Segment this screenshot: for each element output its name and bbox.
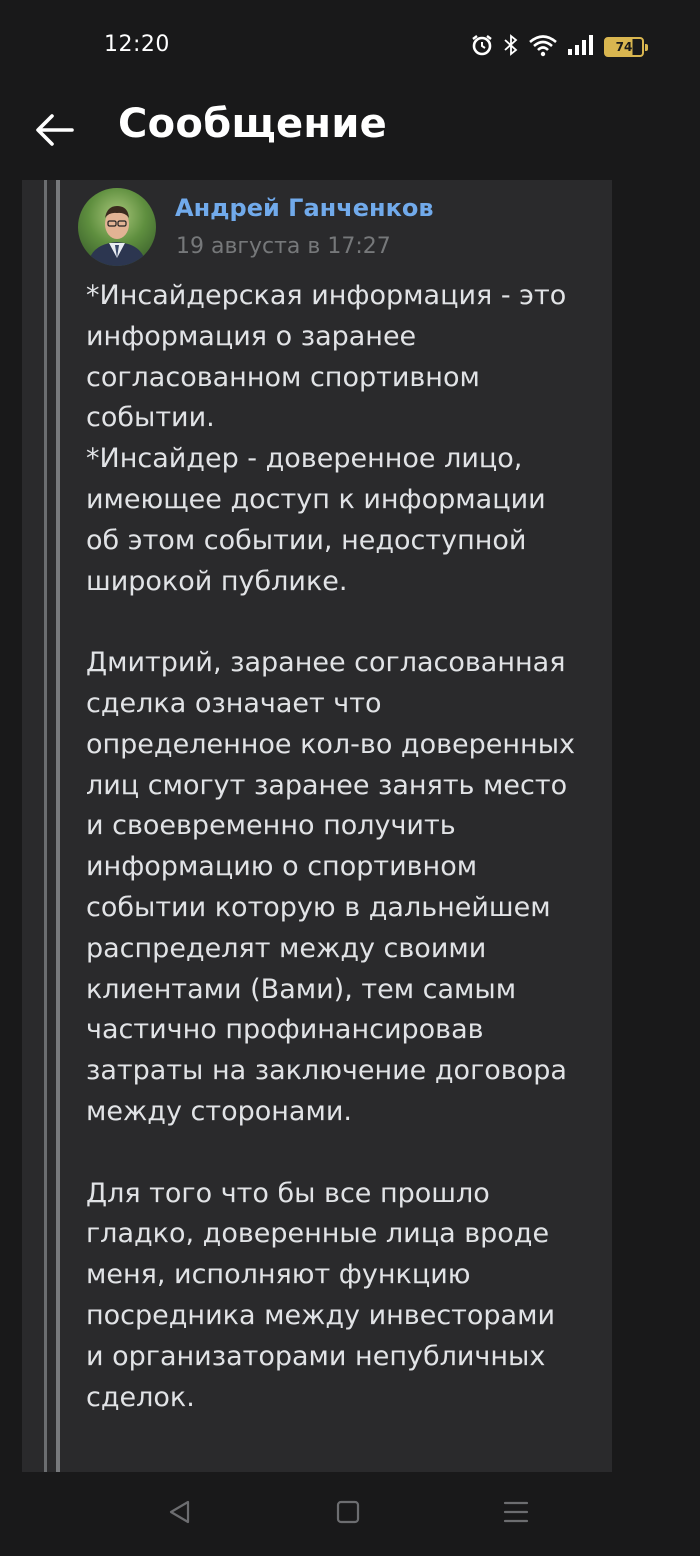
home-square-icon — [334, 1498, 362, 1530]
text-line: и организаторами непубличных — [86, 1340, 546, 1372]
recents-menu-icon — [502, 1498, 530, 1530]
post-date: 19 августа в 17:27 — [176, 234, 391, 259]
status-time: 12:20 — [104, 32, 170, 57]
message-text: *Инсайдерская информация - это информаци… — [86, 276, 606, 1418]
text-line: меня, исполняют функцию — [86, 1259, 471, 1291]
text-line: частично профинансировав — [86, 1014, 484, 1046]
battery-icon: 74 — [604, 37, 648, 57]
text-line: и своевременно получить — [86, 810, 456, 842]
text-line: сделка означает что — [86, 687, 382, 719]
arrow-left-icon — [34, 113, 74, 151]
text-line: клиентами (Вами), тем самым — [86, 973, 517, 1005]
nav-home-button[interactable] — [326, 1496, 370, 1532]
message-paragraph: Дмитрий, заранее согласованная сделка оз… — [86, 643, 606, 1133]
app-bar: Сообщение — [0, 92, 700, 180]
alarm-icon — [470, 33, 494, 61]
avatar[interactable] — [78, 188, 156, 266]
status-bar: 12:20 74 — [0, 0, 700, 92]
system-nav-bar — [0, 1472, 700, 1556]
message-card: Андрей Ганченков 19 августа в 17:27 *Инс… — [22, 180, 612, 1472]
quote-divider-inner — [56, 180, 60, 1472]
wifi-icon — [528, 33, 558, 61]
text-line: согласованном спортивном — [86, 361, 480, 393]
message-paragraph: *Инсайдерская информация - это информаци… — [86, 276, 606, 602]
battery-level: 74 — [615, 40, 633, 54]
text-line: сделок. — [86, 1381, 195, 1413]
text-line: *Инсайдерская информация - это — [86, 280, 567, 311]
text-line: информацию о спортивном — [86, 851, 478, 883]
text-line: событии. — [86, 402, 215, 434]
text-line: широкой публике. — [86, 565, 348, 597]
page-title: Сообщение — [118, 101, 388, 147]
text-line: об этом событии, недоступной — [86, 524, 527, 556]
nav-back-button[interactable] — [158, 1496, 202, 1532]
nav-recents-button[interactable] — [494, 1496, 538, 1532]
text-line: лиц смогут заранее занять место — [86, 769, 568, 801]
author-name-link[interactable]: Андрей Ганченков — [175, 194, 434, 222]
quote-divider — [44, 180, 47, 1472]
text-line: информация о заранее — [86, 320, 417, 352]
text-line: событии которую в дальнейшем — [86, 891, 551, 923]
back-button[interactable] — [28, 106, 80, 158]
text-line: гладко, доверенные лица вроде — [86, 1218, 550, 1250]
signal-icon — [567, 34, 595, 60]
text-line: имеющее доступ к информации — [86, 483, 546, 515]
text-line: затраты на заключение договора — [86, 1055, 567, 1087]
text-line: *Инсайдер - доверенное лицо, — [86, 443, 523, 475]
back-triangle-icon — [166, 1498, 194, 1530]
text-line: определенное кол-во доверенных — [86, 728, 575, 760]
bluetooth-icon — [503, 33, 519, 61]
text-line: Дмитрий, заранее согласованная — [86, 647, 566, 679]
text-line: между сторонами. — [86, 1095, 352, 1127]
status-icons: 74 — [470, 33, 648, 61]
text-line: посредника между инвесторами — [86, 1299, 556, 1331]
text-line: Для того что бы все прошло — [86, 1177, 490, 1209]
message-paragraph: Для того что бы все прошло гладко, довер… — [86, 1174, 606, 1419]
text-line: распределят между своими — [86, 932, 487, 964]
